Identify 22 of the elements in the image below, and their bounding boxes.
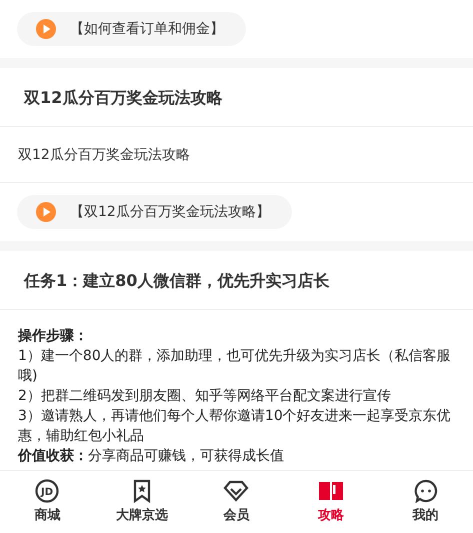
diamond-icon: [223, 479, 250, 503]
play-icon: [36, 202, 56, 222]
nav-tab[interactable]: 我的: [378, 471, 473, 533]
video-link[interactable]: 【如何查看订单和佣金】: [17, 12, 246, 46]
nav-tab[interactable]: 大牌京选: [94, 471, 190, 533]
step-text: 3）邀请熟人，再请他们每个人帮你邀请10个好友进来一起享受京东优惠，辅助红包小礼品: [18, 407, 452, 446]
nav-tab[interactable]: 会员: [189, 471, 284, 533]
logo-icon: JD: [35, 479, 60, 503]
nav-tab[interactable]: 攻略: [284, 471, 378, 533]
task-title: 任务1：建立80人微信群，优先升实习店长: [0, 251, 473, 310]
step-text: 2）把群二维码发到朋友圈、知乎等网络平台配文案进行宣传: [18, 387, 392, 406]
value-text: 分享商品可赚钱，可获得成长值: [88, 448, 284, 464]
book-icon: [318, 479, 344, 503]
video-link[interactable]: 【双12瓜分百万奖金玩法攻略】: [17, 195, 292, 229]
chat-icon: [414, 479, 438, 503]
steps-heading: 操作步骤：: [18, 328, 88, 344]
section-title: 双12瓜分百万奖金玩法攻略: [0, 68, 473, 127]
play-icon: [36, 19, 56, 39]
article-text: 双12瓜分百万奖金玩法攻略: [0, 127, 473, 183]
step-text: 1）建一个80人的群，添加助理，也可优先升级为实习店长（私信客服哦): [18, 347, 452, 386]
nav-tab[interactable]: JD 商城: [0, 471, 95, 533]
value-label: 价值收获：: [18, 448, 88, 464]
